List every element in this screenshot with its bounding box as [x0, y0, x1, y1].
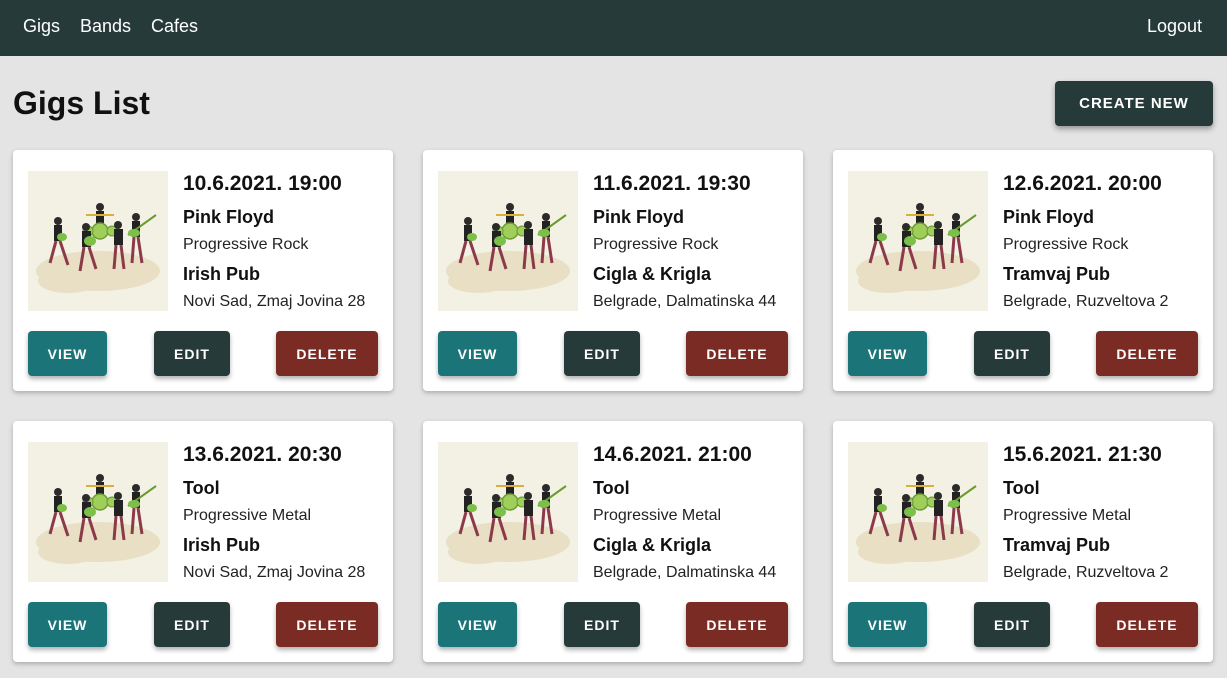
gig-band: Tool: [1003, 478, 1040, 498]
gig-genre: Progressive Rock: [183, 236, 309, 253]
gig-genre: Progressive Metal: [183, 507, 312, 524]
view-button[interactable]: VIEW: [438, 602, 517, 647]
gig-date: 10.6.2021. 19:00: [183, 172, 342, 195]
delete-button[interactable]: DELETE: [276, 602, 378, 647]
delete-button[interactable]: DELETE: [686, 602, 788, 647]
gig-address: Belgrade, Ruzveltova 2: [1003, 564, 1169, 581]
navbar: Gigs Bands Cafes Logout: [0, 0, 1227, 56]
gig-genre: Progressive Metal: [593, 507, 722, 524]
edit-button[interactable]: EDIT: [974, 602, 1050, 647]
gig-venue: Irish Pub: [183, 264, 261, 284]
gig-venue: Irish Pub: [183, 535, 261, 555]
band-illustration: [848, 442, 988, 582]
gig-date: 15.6.2021. 21:30: [1003, 443, 1162, 466]
edit-button[interactable]: EDIT: [154, 602, 230, 647]
delete-button[interactable]: DELETE: [1096, 602, 1198, 647]
view-button[interactable]: VIEW: [848, 602, 927, 647]
gig-genre: Progressive Rock: [593, 236, 719, 253]
page-title: Gigs List: [13, 85, 150, 121]
gig-band: Pink Floyd: [183, 207, 275, 227]
gig-venue: Cigla & Krigla: [593, 264, 712, 284]
logout-link[interactable]: Logout: [1147, 15, 1202, 37]
gig-date: 14.6.2021. 21:00: [593, 443, 752, 466]
view-button[interactable]: VIEW: [28, 331, 107, 376]
gig-card: 12.6.2021. 20:00 Pink Floyd Progressive …: [833, 150, 1213, 391]
view-button[interactable]: VIEW: [28, 602, 107, 647]
edit-button[interactable]: EDIT: [974, 331, 1050, 376]
band-illustration: [28, 171, 168, 311]
band-illustration: [28, 442, 168, 582]
view-button[interactable]: VIEW: [438, 331, 517, 376]
gig-genre: Progressive Metal: [1003, 507, 1132, 524]
gig-band: Tool: [593, 478, 630, 498]
gig-address: Belgrade, Dalmatinska 44: [593, 293, 777, 310]
gig-band: Pink Floyd: [1003, 207, 1095, 227]
delete-button[interactable]: DELETE: [686, 331, 788, 376]
nav-gigs-link[interactable]: Gigs: [23, 15, 60, 37]
delete-button[interactable]: DELETE: [276, 331, 378, 376]
delete-button[interactable]: DELETE: [1096, 331, 1198, 376]
gig-card: 13.6.2021. 20:30 Tool Progressive Metal …: [13, 421, 393, 662]
gig-address: Novi Sad, Zmaj Jovina 28: [183, 293, 366, 310]
create-new-button[interactable]: CREATE NEW: [1055, 81, 1213, 126]
gig-address: Belgrade, Dalmatinska 44: [593, 564, 777, 581]
band-illustration: [438, 171, 578, 311]
gig-card: 10.6.2021. 19:00 Pink Floyd Progressive …: [13, 150, 393, 391]
edit-button[interactable]: EDIT: [564, 602, 640, 647]
gig-address: Novi Sad, Zmaj Jovina 28: [183, 564, 366, 581]
gig-card: 15.6.2021. 21:30 Tool Progressive Metal …: [833, 421, 1213, 662]
gig-card: 11.6.2021. 19:30 Pink Floyd Progressive …: [423, 150, 803, 391]
gig-genre: Progressive Rock: [1003, 236, 1129, 253]
band-illustration: [848, 171, 988, 311]
gig-band: Pink Floyd: [593, 207, 685, 227]
gig-venue: Cigla & Krigla: [593, 535, 712, 555]
nav-cafes-link[interactable]: Cafes: [151, 15, 198, 37]
edit-button[interactable]: EDIT: [564, 331, 640, 376]
gig-card: 14.6.2021. 21:00 Tool Progressive Metal …: [423, 421, 803, 662]
view-button[interactable]: VIEW: [848, 331, 927, 376]
gig-address: Belgrade, Ruzveltova 2: [1003, 293, 1169, 310]
gig-venue: Tramvaj Pub: [1003, 264, 1111, 284]
gig-date: 13.6.2021. 20:30: [183, 443, 342, 466]
edit-button[interactable]: EDIT: [154, 331, 230, 376]
nav-bands-link[interactable]: Bands: [80, 15, 131, 37]
gig-band: Tool: [183, 478, 220, 498]
gig-date: 12.6.2021. 20:00: [1003, 172, 1162, 195]
band-illustration: [438, 442, 578, 582]
gig-venue: Tramvaj Pub: [1003, 535, 1111, 555]
gig-date: 11.6.2021. 19:30: [593, 172, 751, 195]
